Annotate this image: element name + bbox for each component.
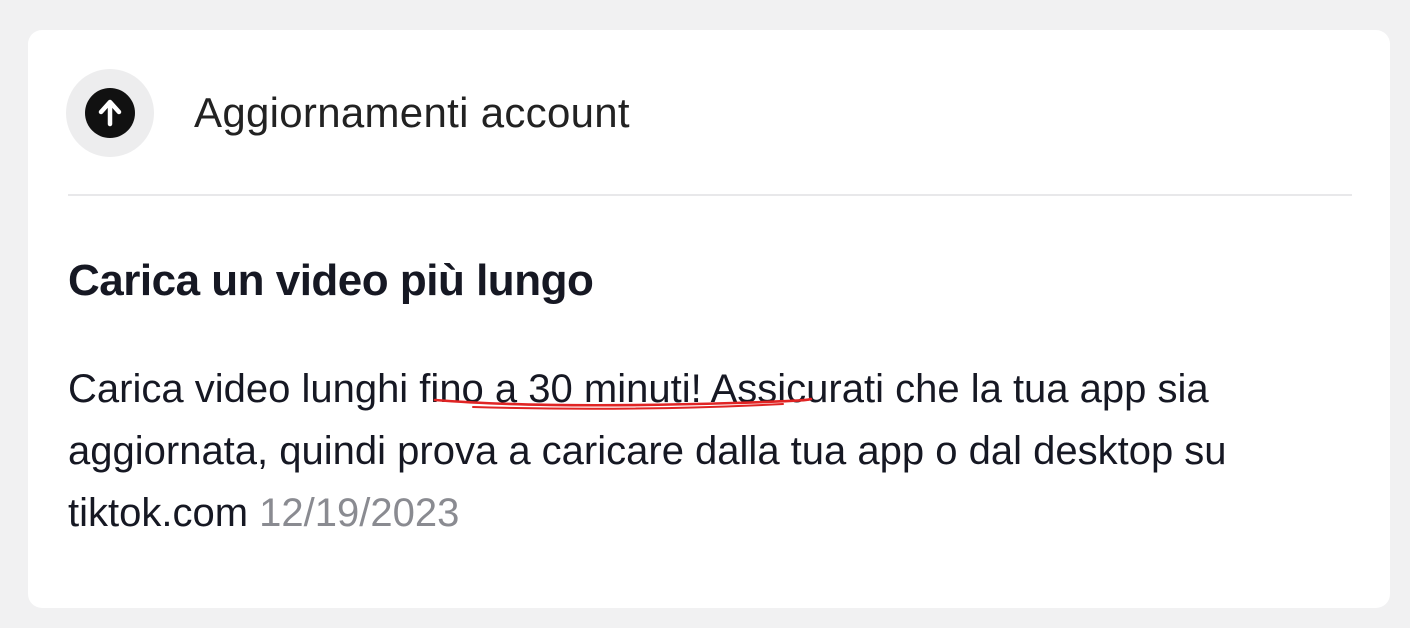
notification-card: Aggiornamenti account Carica un video pi… xyxy=(28,30,1390,608)
notification-body: Carica video lunghi fino a 30 minuti! As… xyxy=(68,358,1358,544)
highlighted-text: no a 30 minuti! As xyxy=(439,367,758,411)
divider xyxy=(68,194,1352,196)
body-text-start: Carica video lunghi fi xyxy=(68,367,440,411)
underlined-text: no a 30 minuti! As xyxy=(434,367,813,411)
notification-title: Carica un video più lungo xyxy=(68,256,594,305)
section-title: Aggiornamenti account xyxy=(194,89,630,136)
section-header: Aggiornamenti account xyxy=(66,68,630,158)
notification-timestamp: 12/19/2023 xyxy=(259,491,460,535)
arrow-up-circle-icon xyxy=(66,69,154,157)
